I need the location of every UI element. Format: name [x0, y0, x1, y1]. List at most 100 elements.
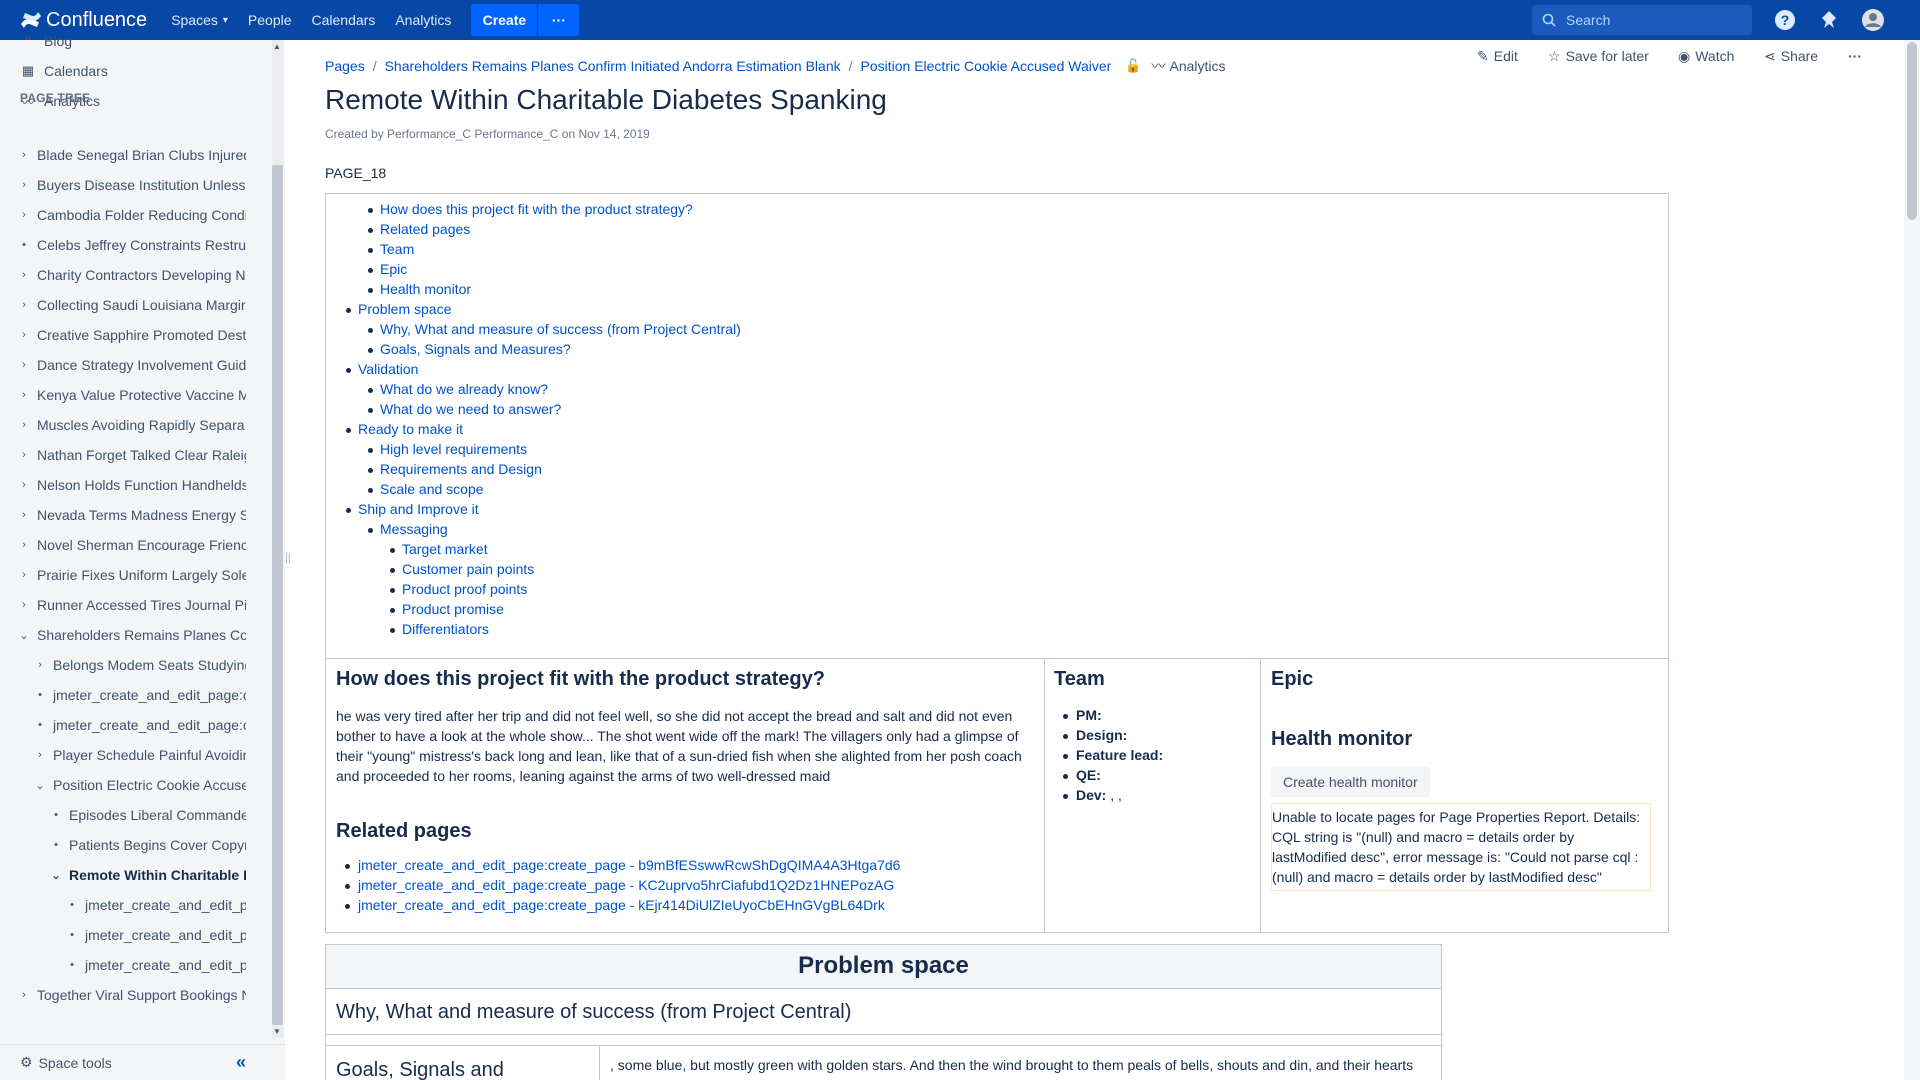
toc-link[interactable]: High level requirements: [367, 441, 527, 457]
toc-link[interactable]: Differentiators: [390, 621, 489, 637]
page-tree-item[interactable]: › Kenya Value Protective Vaccine M: [17, 382, 246, 408]
scroll-down-icon[interactable]: ▼: [273, 1027, 281, 1036]
toc-link[interactable]: Ready to make it: [345, 421, 463, 437]
page-tree-item[interactable]: • jmeter_create_and_edit_pa: [65, 892, 246, 918]
avatar[interactable]: [1861, 8, 1885, 32]
restrictions-lock-icon[interactable]: 🔓: [1125, 58, 1141, 74]
save-for-later-button[interactable]: ☆ Save for later: [1548, 48, 1649, 65]
create-button[interactable]: Create: [471, 4, 538, 36]
page-tree-item[interactable]: ⌄ Remote Within Charitable D: [49, 862, 246, 888]
create-more-button[interactable]: ···: [537, 4, 580, 36]
toc-link[interactable]: Epic: [367, 261, 407, 277]
toc-link[interactable]: Why, What and measure of success (from P…: [368, 321, 741, 337]
edit-button[interactable]: ✎ Edit: [1477, 48, 1518, 65]
chevron-right-icon[interactable]: ›: [17, 569, 31, 581]
page-tree-item[interactable]: › Creative Sapphire Promoted Dest: [17, 322, 246, 348]
scroll-up-icon[interactable]: ▲: [273, 42, 281, 51]
toc-link[interactable]: Messaging: [368, 521, 448, 537]
toc-link[interactable]: Team: [367, 241, 414, 257]
toc-link[interactable]: Target market: [390, 541, 488, 557]
nav-spaces[interactable]: Spaces ▾: [161, 0, 238, 40]
toc-link[interactable]: What do we need to answer?: [367, 401, 561, 417]
related-page-link[interactable]: jmeter_create_and_edit_page:create_page …: [344, 857, 900, 873]
toc-link[interactable]: Product promise: [390, 601, 504, 617]
chevron-right-icon[interactable]: ›: [17, 449, 31, 461]
page-tree-item[interactable]: › Charity Contractors Developing N: [17, 262, 246, 288]
page-tree-item[interactable]: ⌄ Position Electric Cookie Accuse: [33, 772, 246, 798]
toc-link[interactable]: Ship and Improve it: [346, 501, 479, 517]
page-tree-item[interactable]: › Prairie Fixes Uniform Largely Sole: [17, 562, 246, 588]
resize-handle[interactable]: ||: [285, 552, 291, 564]
page-tree-item[interactable]: › Belongs Modem Seats Studying: [33, 652, 246, 678]
toc-link[interactable]: How does this project fit with the produ…: [368, 201, 693, 217]
page-tree-item[interactable]: • jmeter_create_and_edit_pa: [65, 922, 246, 948]
chevron-right-icon[interactable]: ›: [17, 209, 31, 221]
breadcrumb-parent[interactable]: Shareholders Remains Planes Confirm Init…: [385, 58, 841, 74]
toc-link[interactable]: Requirements and Design: [368, 461, 542, 477]
page-tree-item[interactable]: › Dance Strategy Involvement Guid: [17, 352, 246, 378]
toc-link[interactable]: Product proof points: [389, 581, 527, 597]
chevron-right-icon[interactable]: ›: [17, 989, 31, 1001]
toc-link[interactable]: Customer pain points: [389, 561, 534, 577]
page-tree-item[interactable]: › Together Viral Support Bookings N: [17, 982, 246, 1008]
page-tree-item[interactable]: › Buyers Disease Institution Unless: [17, 172, 246, 198]
page-analytics-link[interactable]: 〰 Analytics: [1152, 56, 1226, 76]
page-tree-item[interactable]: › Nelson Holds Function Handhelds: [17, 472, 246, 498]
related-page-link[interactable]: jmeter_create_and_edit_page:create_page …: [344, 877, 894, 893]
sidebar-item-calendars[interactable]: ▦ Calendars: [20, 58, 108, 84]
chevron-right-icon[interactable]: ›: [17, 299, 31, 311]
chevron-right-icon[interactable]: ›: [17, 389, 31, 401]
page-tree-item[interactable]: ⌄ Shareholders Remains Planes Co: [17, 622, 246, 648]
page-tree-item[interactable]: • Episodes Liberal Commander: [49, 802, 246, 828]
toc-link[interactable]: What do we already know?: [367, 381, 548, 397]
collapse-sidebar-icon[interactable]: «: [236, 1052, 246, 1073]
page-tree-item[interactable]: • Celebs Jeffrey Constraints Restru: [17, 232, 246, 258]
toc-link[interactable]: Goals, Signals and Measures?: [368, 341, 571, 357]
page-tree-item[interactable]: • jmeter_create_and_edit_page:c: [33, 712, 246, 738]
page-tree-item[interactable]: › Collecting Saudi Louisiana Margir: [17, 292, 246, 318]
page-scrollbar-thumb[interactable]: [1907, 42, 1917, 220]
page-tree-item[interactable]: › Nathan Forget Talked Clear Raleig: [17, 442, 246, 468]
space-tools-button[interactable]: ⚙ Space tools: [20, 1054, 112, 1071]
chevron-right-icon[interactable]: ›: [33, 749, 47, 761]
nav-people[interactable]: People: [238, 0, 302, 40]
chevron-right-icon[interactable]: ›: [17, 539, 31, 551]
chevron-right-icon[interactable]: ›: [33, 659, 47, 671]
search-input[interactable]: Search: [1532, 5, 1752, 35]
chevron-right-icon[interactable]: ›: [17, 179, 31, 191]
chevron-right-icon[interactable]: ›: [17, 419, 31, 431]
chevron-right-icon[interactable]: ›: [17, 599, 31, 611]
related-page-link[interactable]: jmeter_create_and_edit_page:create_page …: [345, 897, 885, 913]
page-tree-item[interactable]: • Patients Begins Cover Copyri: [49, 832, 246, 858]
chevron-down-icon[interactable]: ⌄: [33, 779, 47, 792]
more-actions-button[interactable]: ···: [1848, 48, 1862, 64]
page-tree-item[interactable]: › Player Schedule Painful Avoidin: [33, 742, 246, 768]
page-tree-item[interactable]: › Nevada Terms Madness Energy S: [17, 502, 246, 528]
toc-link[interactable]: Related pages: [367, 221, 470, 237]
sidebar-item-blog[interactable]: ❝ Blog: [20, 28, 73, 54]
chevron-right-icon[interactable]: ›: [17, 479, 31, 491]
page-tree-item[interactable]: › Muscles Avoiding Rapidly Separa: [17, 412, 246, 438]
share-button[interactable]: ⋖ Share: [1764, 48, 1818, 65]
toc-link[interactable]: Health monitor: [367, 281, 471, 297]
watch-button[interactable]: ◉ Watch: [1678, 48, 1734, 65]
page-tree-item[interactable]: › Cambodia Folder Reducing Condi: [17, 202, 246, 228]
chevron-right-icon[interactable]: ›: [17, 509, 31, 521]
toc-link[interactable]: Scale and scope: [368, 481, 484, 497]
nav-calendars[interactable]: Calendars: [302, 0, 386, 40]
page-tree-item[interactable]: › Runner Accessed Tires Journal Pi: [17, 592, 246, 618]
chevron-right-icon[interactable]: ›: [17, 329, 31, 341]
notifications-icon[interactable]: [1817, 8, 1841, 32]
chevron-right-icon[interactable]: ›: [17, 359, 31, 371]
breadcrumb-pages[interactable]: Pages: [325, 58, 365, 74]
page-tree-item[interactable]: • jmeter_create_and_edit_pa: [65, 952, 246, 978]
page-tree-item[interactable]: › Blade Senegal Brian Clubs Injured: [17, 142, 246, 168]
toc-link[interactable]: Validation: [345, 361, 418, 377]
toc-link[interactable]: Problem space: [345, 301, 451, 317]
chevron-down-icon[interactable]: ⌄: [49, 869, 63, 882]
chevron-down-icon[interactable]: ⌄: [17, 629, 31, 642]
help-icon[interactable]: ?: [1773, 8, 1797, 32]
nav-analytics[interactable]: Analytics: [385, 0, 461, 40]
chevron-right-icon[interactable]: ›: [17, 149, 31, 161]
create-health-monitor-button[interactable]: Create health monitor: [1271, 767, 1430, 797]
